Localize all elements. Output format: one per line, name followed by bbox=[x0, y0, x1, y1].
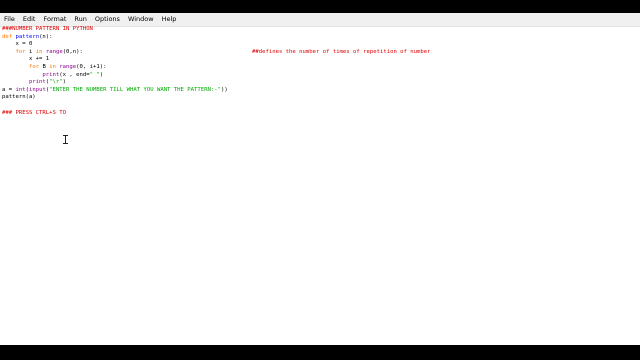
code-line-6: for B in range(0, i+1): bbox=[2, 64, 638, 72]
code-editor[interactable]: ###NUMBER PATTERN IN PYTHON def pattern(… bbox=[2, 26, 638, 344]
code-line-4: for i in range(0,n): ##defines the number… bbox=[2, 49, 638, 57]
code-text: B bbox=[42, 63, 46, 70]
code-line-9: a = int(input("ENTER THE NUMBER TILL WHA… bbox=[2, 87, 638, 95]
keyword: for bbox=[15, 48, 26, 55]
builtin-name: int bbox=[15, 86, 26, 93]
keyword: def bbox=[2, 33, 13, 40]
code-text: x += 1 bbox=[2, 56, 50, 63]
code-text: (n): bbox=[39, 33, 53, 40]
keyword: for bbox=[28, 63, 40, 70]
code-text: pattern(a) bbox=[2, 94, 36, 101]
code-text: x = 0 bbox=[2, 41, 33, 48]
code-line-7: print(x , end=" ") bbox=[2, 72, 638, 80]
builtin-name: input bbox=[28, 86, 46, 93]
comment-text: ### PRESS CTRL+S TO bbox=[2, 109, 66, 116]
menu-format[interactable]: Format bbox=[39, 13, 70, 26]
builtin-name: range bbox=[59, 63, 77, 70]
code-text: )) bbox=[220, 86, 228, 93]
code-text: ) bbox=[99, 71, 104, 78]
menu-edit[interactable]: Edit bbox=[19, 13, 40, 26]
builtin-name: print bbox=[42, 71, 60, 78]
code-text: (x , end= bbox=[59, 71, 90, 78]
menu-window[interactable]: Window bbox=[124, 13, 158, 26]
menu-bar: File Edit Format Run Options Window Help bbox=[0, 13, 640, 27]
keyword: in bbox=[49, 63, 56, 70]
code-line-3: x = 0 bbox=[2, 41, 638, 49]
menu-run[interactable]: Run bbox=[70, 13, 90, 26]
keyword: in bbox=[35, 48, 43, 55]
code-line-5: x += 1 bbox=[2, 56, 638, 64]
menu-help[interactable]: Help bbox=[158, 13, 181, 26]
code-line-8: print("\r") bbox=[2, 79, 638, 87]
code-text: ) bbox=[62, 79, 67, 86]
inline-comment: ##defines the number of times of repetit… bbox=[252, 48, 431, 55]
code-text: i bbox=[28, 48, 33, 55]
string-literal: "ENTER THE NUMBER TILL WHAT YOU WANT THE… bbox=[49, 86, 221, 93]
builtin-name: print bbox=[28, 79, 46, 86]
string-literal: "\r" bbox=[49, 79, 63, 86]
idle-editor-window: File Edit Format Run Options Window Help… bbox=[0, 13, 640, 345]
string-literal: " " bbox=[89, 71, 100, 78]
code-line-12: ### PRESS CTRL+S TO bbox=[2, 110, 638, 118]
code-line-1: ###NUMBER PATTERN IN PYTHON bbox=[2, 26, 638, 34]
menu-options[interactable]: Options bbox=[91, 13, 124, 26]
code-line-10: pattern(a) bbox=[2, 94, 638, 102]
builtin-name: range bbox=[45, 48, 63, 55]
code-text: a = bbox=[2, 86, 16, 93]
menu-file[interactable]: File bbox=[0, 13, 19, 26]
comment-text: ###NUMBER PATTERN IN PYTHON bbox=[2, 26, 93, 32]
function-name: pattern bbox=[15, 33, 40, 40]
code-text: (0, i+1): bbox=[76, 63, 107, 70]
code-text: (0,n): bbox=[62, 48, 83, 55]
code-line-2: def pattern(n): bbox=[2, 34, 638, 42]
text-cursor-icon bbox=[63, 135, 68, 144]
